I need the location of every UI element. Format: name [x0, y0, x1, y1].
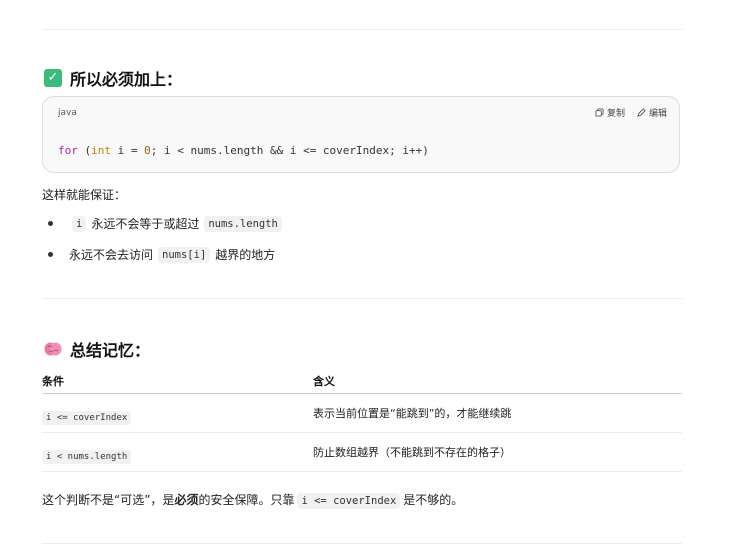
- copy-button-label: 复制: [606, 109, 625, 119]
- inline-code: nums[i]: [158, 246, 211, 263]
- copy-icon: [595, 108, 604, 117]
- code-line: for (int i = 0; i < nums.length && i <= …: [58, 144, 429, 157]
- code-block: java 复制 编辑 for (int i = 0; i < nums.leng…: [42, 96, 680, 173]
- divider-top: [42, 29, 682, 30]
- edit-button-label: 编辑: [648, 109, 667, 119]
- list-item-text: 永远不会等于或超过: [91, 217, 200, 231]
- final-text-3: 是不够的。: [403, 493, 464, 507]
- code-language-label: java: [58, 108, 77, 118]
- table-row: i < nums.length 防止数组越界（不能跳到不存在的格子）: [42, 433, 682, 472]
- table-header-row: 条件 含义: [42, 370, 682, 394]
- list-item-text: 永远不会去访问: [69, 248, 154, 262]
- section-heading-2-text: 总结记忆：: [70, 341, 151, 360]
- table-cell-meaning: 防止数组越界（不能跳到不存在的格子）: [313, 446, 511, 459]
- copy-button[interactable]: 复制: [595, 106, 625, 119]
- table-cell-meaning: 表示当前位置是“能跳到”的，才能继续跳: [313, 407, 512, 420]
- code-rest: ; i < nums.length && i <= coverIndex; i+…: [150, 144, 429, 157]
- table-cell-condition: i < nums.length: [42, 450, 132, 464]
- brain-icon: [44, 340, 62, 358]
- summary-table: 条件 含义 i <= coverIndex 表示当前位置是“能跳到”的，才能继续…: [42, 370, 682, 472]
- code-decl: i =: [111, 144, 145, 157]
- column-header-meaning: 含义: [313, 375, 335, 388]
- divider-bottom: [42, 543, 682, 544]
- inline-code: nums.length: [204, 215, 282, 232]
- edit-button[interactable]: 编辑: [637, 106, 667, 119]
- check-mark-button-icon: ✓: [44, 69, 62, 87]
- list-item: 永远不会去访问 nums[i] 越界的地方: [48, 246, 275, 263]
- bullet-dot: [48, 221, 53, 226]
- final-bold: 必须: [174, 493, 199, 507]
- code-number: 0: [144, 144, 151, 157]
- code-keyword-for: for: [58, 144, 78, 157]
- intro-text: 这样就能保证：: [42, 188, 127, 202]
- list-item-text: 越界的地方: [215, 248, 276, 262]
- code-paren: (: [77, 144, 92, 157]
- pencil-icon: [637, 108, 646, 117]
- column-header-condition: 条件: [42, 375, 64, 388]
- table-cell-condition: i <= coverIndex: [42, 411, 132, 425]
- code-type-int: int: [91, 144, 111, 157]
- section-heading-1-text: 所以必须加上：: [70, 70, 183, 89]
- final-paragraph: 这个判断不是“可选”，是必须的安全保障。只靠 i <= coverIndex 是不够…: [42, 491, 464, 509]
- final-text-1: 这个判断不是“可选”，是: [42, 493, 175, 507]
- table-row: i <= coverIndex 表示当前位置是“能跳到”的，才能继续跳: [42, 394, 682, 433]
- list-item: i 永远不会等于或超过 nums.length: [48, 215, 285, 232]
- divider-middle: [42, 298, 682, 299]
- section-heading-2: 总结记忆：: [44, 337, 150, 361]
- bullet-dot: [48, 252, 53, 257]
- inline-code: i: [72, 215, 87, 232]
- code-actions: 复制 编辑: [595, 106, 667, 119]
- inline-code: i <= coverIndex: [297, 493, 401, 509]
- section-heading-1: ✓ 所以必须加上：: [44, 66, 182, 90]
- final-text-2: 的安全保障。只靠: [198, 493, 295, 507]
